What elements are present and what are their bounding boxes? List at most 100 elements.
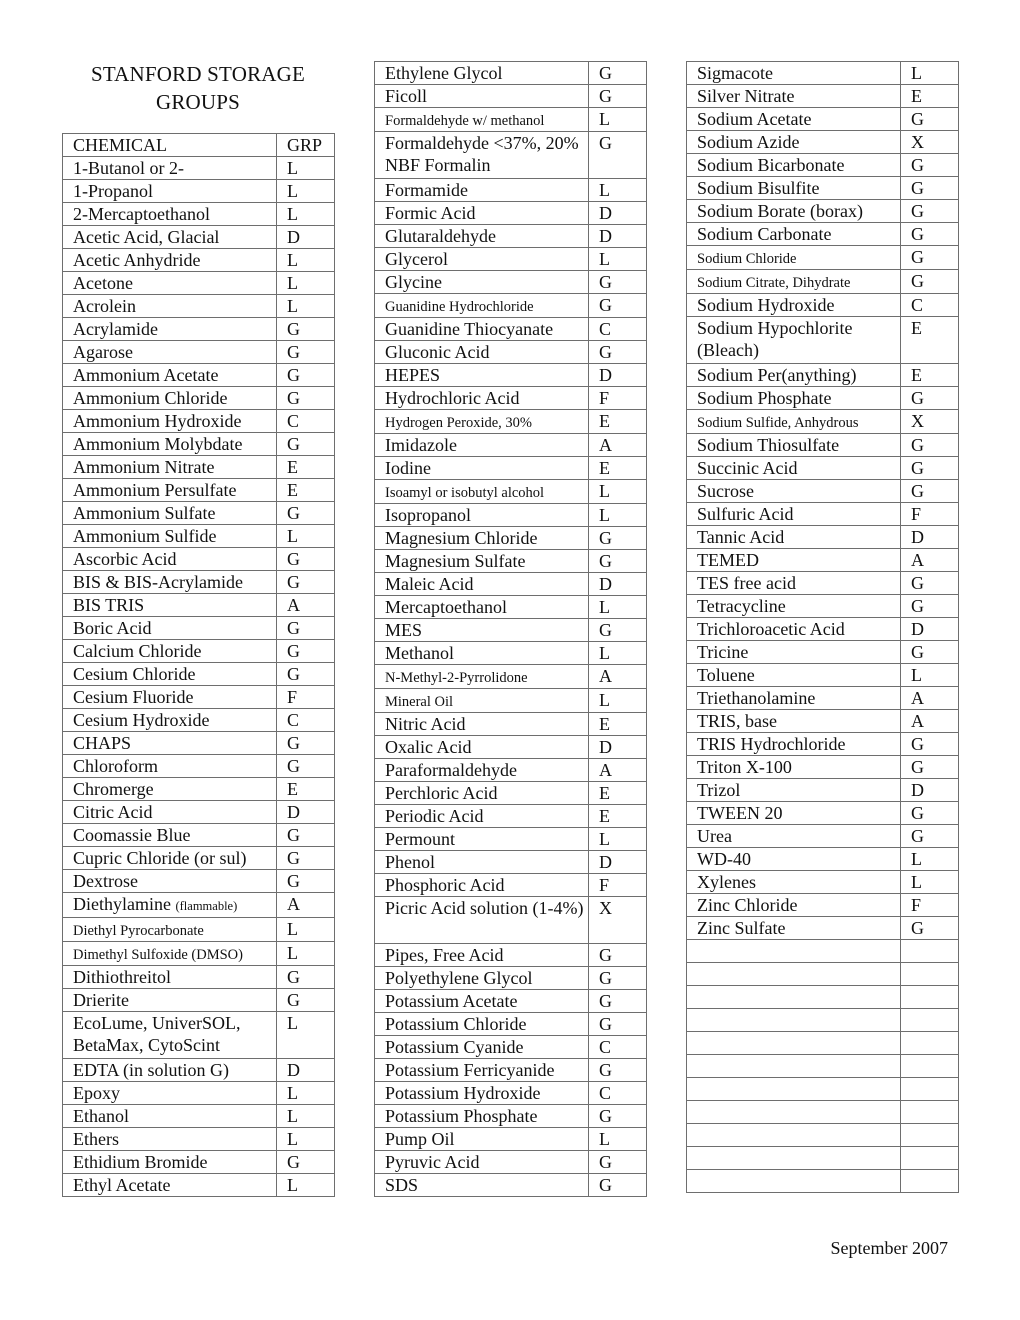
table-row: Ethyl Acetate L — [62, 1173, 335, 1197]
table-row: Triethanolamine A — [686, 686, 959, 710]
storage-group-code: L — [588, 1127, 647, 1151]
table-row: Citric Acid D — [62, 800, 335, 824]
chemical-name: Phosphoric Acid — [374, 873, 589, 897]
storage-group-code: C — [900, 293, 959, 317]
table-row: Sucrose G — [686, 479, 959, 503]
chemical-name: Sodium Bisulfite — [686, 176, 901, 200]
table-row: Dimethyl Sulfoxide (DMSO) L — [62, 941, 335, 966]
table-row: Ammonium Molybdate G — [62, 432, 335, 456]
storage-group-code: G — [588, 293, 647, 318]
table-row: Sodium Chloride G — [686, 245, 959, 270]
table-row: Dextrose G — [62, 869, 335, 893]
chemical-name: Ammonium Persulfate — [62, 478, 277, 502]
table-row: Coomassie Blue G — [62, 823, 335, 847]
table-row: Magnesium Sulfate G — [374, 549, 647, 573]
table-row: EcoLume, UniverSOL, BetaMax, CytoScint L — [62, 1011, 335, 1059]
storage-group-code: A — [900, 709, 959, 733]
table-row: Acetone L — [62, 271, 335, 295]
chemical-name-text: Potassium Phosphate — [385, 1106, 538, 1126]
storage-table-column-1: CHEMICAL GRP 1-Butanol or 2- L 1-Propanol L… — [62, 133, 335, 1197]
table-row: Sodium Hydroxide C — [686, 293, 959, 317]
table-row: Acrolein L — [62, 294, 335, 318]
chemical-name-text: Tetracycline — [697, 596, 786, 616]
chemical-name: Agarose — [62, 340, 277, 364]
table-row: BIS TRIS A — [62, 593, 335, 617]
chemical-name-text: Gluconic Acid — [385, 342, 490, 362]
table-row: TEMED A — [686, 548, 959, 572]
chemical-name: BIS & BIS-Acrylamide — [62, 570, 277, 594]
storage-table-column-2: Ethylene Glycol G Ficoll G Formaldehyde w/ m… — [374, 61, 647, 1197]
chemical-name: Xylenes — [686, 870, 901, 894]
storage-group-code: G — [900, 479, 959, 503]
chemical-name: Drierite — [62, 988, 277, 1012]
chemical-name: Potassium Hydroxide — [374, 1081, 589, 1105]
chemical-name: Tricine — [686, 640, 901, 664]
chemical-name: Phenol — [374, 850, 589, 874]
chemical-name: Guanidine Thiocyanate — [374, 317, 589, 341]
table-row: Nitric Acid E — [374, 712, 647, 736]
chemical-name — [686, 1100, 901, 1124]
table-row: Ficoll G — [374, 84, 647, 108]
storage-group-code: L — [588, 688, 647, 713]
chemical-name: Iodine — [374, 456, 589, 480]
chemical-name-text: Boric Acid — [73, 618, 152, 638]
chemical-name: Succinic Acid — [686, 456, 901, 480]
empty-table-row — [686, 1077, 959, 1101]
table-row: Ammonium Acetate G — [62, 363, 335, 387]
chemical-name — [686, 939, 901, 963]
chemical-name: Sodium Chloride — [686, 245, 901, 270]
chemical-name: Urea — [686, 824, 901, 848]
storage-group-code: X — [900, 130, 959, 154]
storage-group-code: D — [900, 617, 959, 641]
chemical-name: Guanidine Hydrochloride — [374, 293, 589, 318]
chemical-name-text: Sodium Carbonate — [697, 224, 832, 244]
storage-group-code: G — [588, 340, 647, 364]
storage-group-code: E — [588, 781, 647, 805]
storage-group-code: F — [900, 893, 959, 917]
chemical-name: Sodium Citrate, Dihydrate — [686, 269, 901, 294]
storage-group-code: G — [588, 131, 647, 179]
chemical-name: Potassium Cyanide — [374, 1035, 589, 1059]
table-row: TRIS Hydrochloride G — [686, 732, 959, 756]
chemical-name-text: Guanidine Thiocyanate — [385, 319, 554, 339]
table-row: Trizol D — [686, 778, 959, 802]
table-row: TES free acid G — [686, 571, 959, 595]
table-row: Cesium Hydroxide C — [62, 708, 335, 732]
chemical-name: Ethidium Bromide — [62, 1150, 277, 1174]
chemical-name: Acetic Acid, Glacial — [62, 225, 277, 249]
chemical-name: 2-Mercaptoethanol — [62, 202, 277, 226]
chemical-name-text: Potassium Chloride — [385, 1014, 527, 1034]
table-row: Permount L — [374, 827, 647, 851]
storage-group-code: G — [276, 501, 335, 525]
chemical-name: EcoLume, UniverSOL, BetaMax, CytoScint — [62, 1011, 277, 1059]
storage-group-code: G — [900, 199, 959, 223]
chemical-name: Glycerol — [374, 247, 589, 271]
table-row: Cesium Fluoride F — [62, 685, 335, 709]
table-header-row: CHEMICAL GRP — [62, 133, 335, 157]
table-row: Diethylamine (flammable) A — [62, 892, 335, 918]
storage-group-code: A — [276, 892, 335, 918]
chemical-name: Magnesium Sulfate — [374, 549, 589, 573]
chemical-name: Potassium Phosphate — [374, 1104, 589, 1128]
chemical-name: Sodium Borate (borax) — [686, 199, 901, 223]
chemical-name: Hydrogen Peroxide, 30% — [374, 409, 589, 434]
chemical-name-text: Ammonium Acetate — [73, 365, 219, 385]
table-row: Agarose G — [62, 340, 335, 364]
table-row: TWEEN 20 G — [686, 801, 959, 825]
storage-group-code: C — [276, 708, 335, 732]
chemical-name-text: Ammonium Hydroxide — [73, 411, 242, 431]
empty-table-row — [686, 939, 959, 963]
chemical-name-text: Trizol — [697, 780, 741, 800]
chemical-name-text: Ficoll — [385, 86, 428, 106]
storage-group-code: G — [900, 176, 959, 200]
chemical-name: Oxalic Acid — [374, 735, 589, 759]
storage-group-code: G — [588, 61, 647, 85]
table-row: Formaldehyde w/ methanol L — [374, 107, 647, 132]
storage-group-code: L — [276, 941, 335, 966]
storage-group-code — [900, 985, 959, 1009]
chemical-name-text: CHAPS — [73, 733, 132, 753]
table-row: Cupric Chloride (or sul) G — [62, 846, 335, 870]
chemical-name-text: Ethylene Glycol — [385, 63, 503, 83]
chemical-name: Methanol — [374, 641, 589, 665]
chemical-name-text: Cesium Chloride — [73, 664, 196, 684]
